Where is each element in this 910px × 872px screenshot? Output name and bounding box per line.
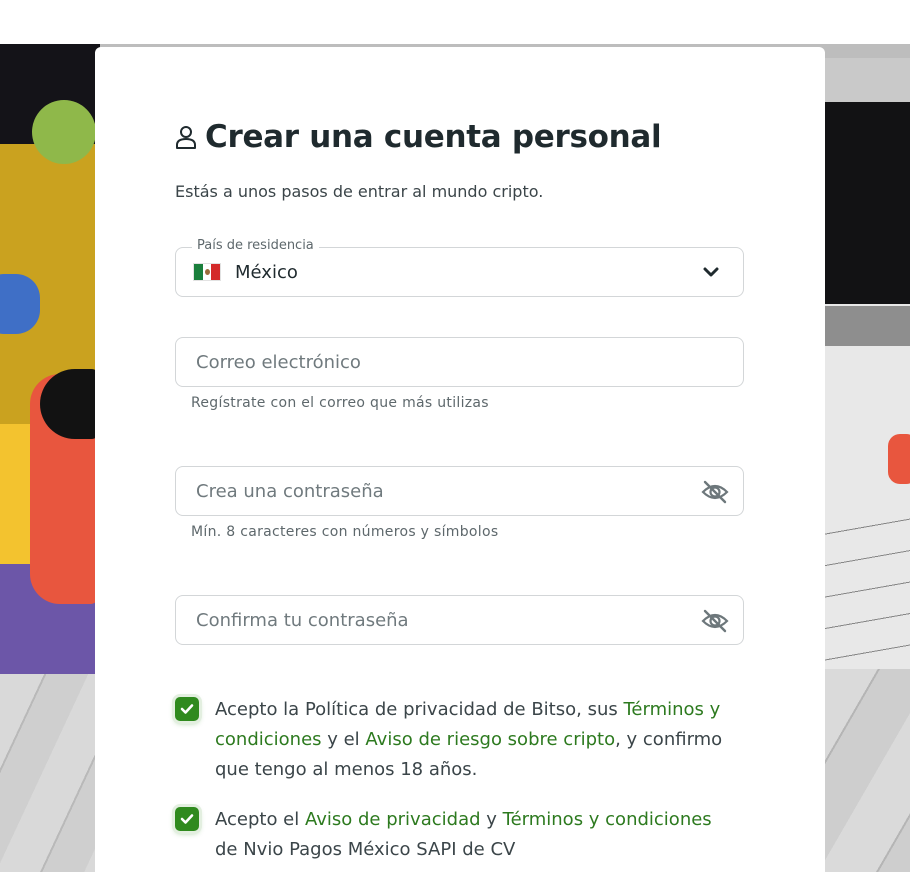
country-select-label: País de residencia <box>192 238 319 253</box>
user-icon <box>176 126 196 149</box>
password-hint: Mín. 8 caracteres con números y símbolos <box>191 524 499 540</box>
check-icon <box>180 814 194 824</box>
consent-nvio-text-b: y <box>480 809 503 830</box>
consent-nvio-checkbox[interactable] <box>175 807 199 831</box>
consent-nvio-row: Acepto el Aviso de privacidad y Términos… <box>175 805 735 865</box>
title-row: Crear una cuenta personal <box>175 117 662 157</box>
consent-nvio-text-a: Acepto el <box>215 809 305 830</box>
page-subtitle: Estás a unos pasos de entrar al mundo cr… <box>175 182 544 201</box>
background-right-lines <box>820 504 910 669</box>
email-hint: Regístrate con el correo que más utiliza… <box>191 395 489 411</box>
background-left-floor <box>0 674 100 872</box>
password-field[interactable] <box>196 480 723 502</box>
background-right-floor <box>820 669 910 872</box>
check-icon <box>180 704 194 714</box>
consent-bitso-text-a: Acepto la Política de privacidad de Bits… <box>215 699 624 720</box>
background-blue-shape <box>0 274 40 334</box>
privacy-notice-link[interactable]: Aviso de privacidad <box>305 809 481 830</box>
background-green-circle <box>32 100 96 164</box>
consent-bitso-checkbox[interactable] <box>175 697 199 721</box>
confirm-password-field[interactable] <box>196 609 723 631</box>
consent-bitso-text-b: y el <box>321 729 366 750</box>
consent-bitso-row: Acepto la Política de privacidad de Bits… <box>175 695 735 785</box>
confirm-password-field-wrapper <box>175 595 744 645</box>
background-right-wall-edge <box>820 306 910 346</box>
background-right-red-shape <box>888 434 910 484</box>
consent-nvio-text: Acepto el Aviso de privacidad y Términos… <box>215 805 735 865</box>
country-select[interactable]: País de residencia México <box>175 238 744 297</box>
signup-card: Crear una cuenta personal Estás a unos p… <box>95 47 825 872</box>
consent-nvio-text-c: de Nvio Pagos México SAPI de CV <box>215 839 516 860</box>
email-field-wrapper <box>175 337 744 387</box>
eye-off-icon[interactable] <box>701 608 729 634</box>
password-field-wrapper <box>175 466 744 516</box>
country-select-value: México <box>235 261 298 283</box>
email-field[interactable] <box>196 351 723 373</box>
consent-bitso-text: Acepto la Política de privacidad de Bits… <box>215 695 735 785</box>
risk-notice-link[interactable]: Aviso de riesgo sobre cripto <box>365 729 615 750</box>
mexico-flag-icon <box>193 263 221 281</box>
chevron-down-icon <box>703 267 719 277</box>
eye-off-icon[interactable] <box>701 479 729 505</box>
page-title: Crear una cuenta personal <box>205 119 662 155</box>
nvio-terms-link[interactable]: Términos y condiciones <box>503 809 712 830</box>
